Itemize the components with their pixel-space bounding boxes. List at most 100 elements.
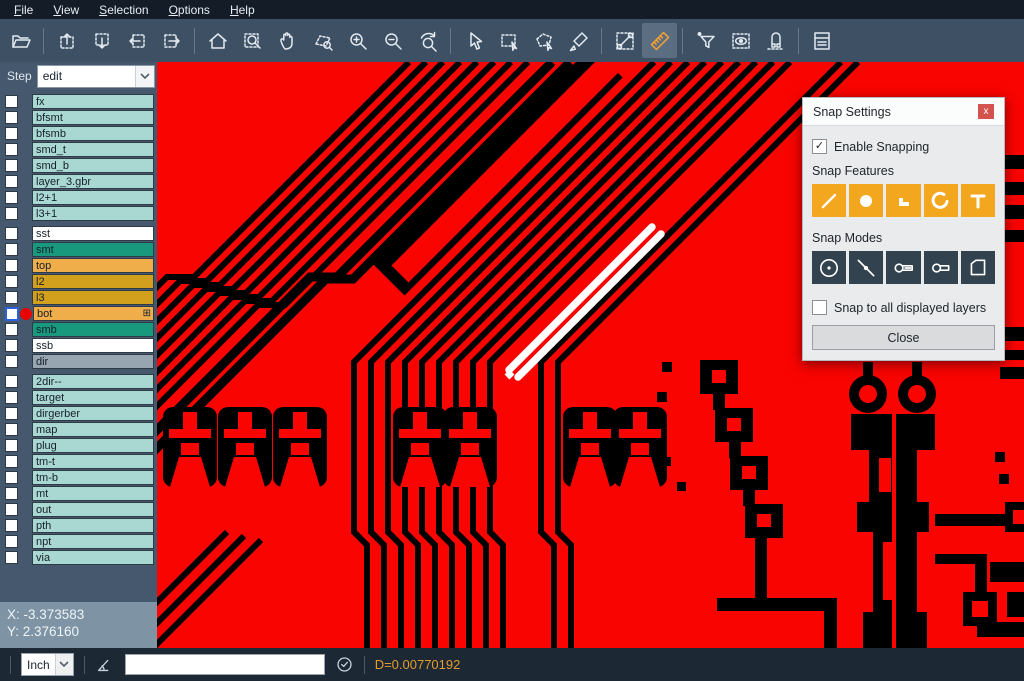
- layer-visibility-checkbox[interactable]: [5, 95, 18, 108]
- layer-row[interactable]: dirgerber: [0, 406, 157, 421]
- layer-visibility-checkbox[interactable]: [5, 291, 18, 304]
- pan-up-button[interactable]: [49, 23, 84, 58]
- zoom-out-button[interactable]: [375, 23, 410, 58]
- close-button[interactable]: Close: [812, 325, 995, 350]
- snap-feature-arc-button[interactable]: [924, 184, 958, 217]
- zoom-home-button[interactable]: [200, 23, 235, 58]
- filter-button[interactable]: [688, 23, 723, 58]
- menu-help[interactable]: Help: [220, 1, 265, 19]
- layer-row[interactable]: mt: [0, 486, 157, 501]
- layer-visibility-checkbox[interactable]: [5, 423, 18, 436]
- select-brush-button[interactable]: [561, 23, 596, 58]
- dialog-close-button[interactable]: x: [978, 104, 994, 119]
- zoom-object-button[interactable]: [305, 23, 340, 58]
- measure-distance-button[interactable]: [607, 23, 642, 58]
- command-input[interactable]: [125, 654, 325, 675]
- layer-visibility-checkbox[interactable]: [5, 207, 18, 220]
- layer-visibility-checkbox[interactable]: [5, 455, 18, 468]
- layer-visibility-checkbox[interactable]: [5, 375, 18, 388]
- select-cursor-button[interactable]: [456, 23, 491, 58]
- chevron-down-icon[interactable]: [135, 66, 154, 87]
- snap-mode-midpoint-button[interactable]: [849, 251, 883, 284]
- layer-row[interactable]: target: [0, 390, 157, 405]
- layer-row[interactable]: top: [0, 258, 157, 273]
- layer-visibility-checkbox[interactable]: [5, 227, 18, 240]
- layer-row[interactable]: layer_3.gbr: [0, 174, 157, 189]
- unit-select[interactable]: Inch: [21, 653, 74, 676]
- snap-feature-circle-button[interactable]: [849, 184, 883, 217]
- snap-feature-corner-button[interactable]: [886, 184, 920, 217]
- layer-row[interactable]: pth: [0, 518, 157, 533]
- layer-visibility-checkbox[interactable]: [5, 487, 18, 500]
- snap-all-layers-row[interactable]: Snap to all displayed layers: [812, 300, 995, 315]
- measure-ruler-button[interactable]: [642, 23, 677, 58]
- snap-mode-contour-button[interactable]: [961, 251, 995, 284]
- layer-row[interactable]: ssb: [0, 338, 157, 353]
- menu-view[interactable]: View: [43, 1, 89, 19]
- layer-visibility-checkbox[interactable]: [5, 439, 18, 452]
- snap-feature-line-button[interactable]: [812, 184, 846, 217]
- layer-row[interactable]: bfsmb: [0, 126, 157, 141]
- enable-snapping-checkbox[interactable]: ✓: [812, 139, 827, 154]
- angle-mode-button[interactable]: [95, 655, 115, 675]
- layer-visibility-checkbox[interactable]: [5, 143, 18, 156]
- layer-row[interactable]: via: [0, 550, 157, 565]
- pan-right-button[interactable]: [154, 23, 189, 58]
- layer-visibility-checkbox[interactable]: [5, 503, 18, 516]
- pan-hand-button[interactable]: [270, 23, 305, 58]
- layer-visibility-checkbox[interactable]: [5, 471, 18, 484]
- layer-visibility-checkbox[interactable]: [5, 159, 18, 172]
- menu-options[interactable]: Options: [159, 1, 220, 19]
- menu-selection[interactable]: Selection: [89, 1, 158, 19]
- report-button[interactable]: [804, 23, 839, 58]
- layer-visibility-checkbox[interactable]: [5, 407, 18, 420]
- pan-left-button[interactable]: [119, 23, 154, 58]
- layer-row-active[interactable]: bot⊞: [0, 306, 157, 321]
- layer-row[interactable]: tm-t: [0, 454, 157, 469]
- layer-row[interactable]: tm-b: [0, 470, 157, 485]
- layer-visibility-checkbox[interactable]: [5, 191, 18, 204]
- enable-snapping-row[interactable]: ✓ Enable Snapping: [812, 139, 995, 154]
- layer-visibility-checkbox[interactable]: [5, 323, 18, 336]
- dialog-titlebar[interactable]: Snap Settings x: [803, 98, 1004, 126]
- snap-mode-slot-left-button[interactable]: [886, 251, 920, 284]
- snap-all-layers-checkbox[interactable]: [812, 300, 827, 315]
- layer-visibility-checkbox[interactable]: [5, 339, 18, 352]
- layer-row[interactable]: smd_t: [0, 142, 157, 157]
- layer-visibility-checkbox[interactable]: [5, 535, 18, 548]
- snap-button[interactable]: [758, 23, 793, 58]
- select-rectangle-button[interactable]: [491, 23, 526, 58]
- layer-row[interactable]: fx: [0, 94, 157, 109]
- chevron-down-icon[interactable]: [55, 654, 73, 675]
- layer-row[interactable]: l3+1: [0, 206, 157, 221]
- layer-row[interactable]: 2dir--: [0, 374, 157, 389]
- select-polygon-button[interactable]: [526, 23, 561, 58]
- layer-row[interactable]: out: [0, 502, 157, 517]
- snap-mode-center-button[interactable]: [812, 251, 846, 284]
- layer-visibility-checkbox[interactable]: [5, 259, 18, 272]
- layer-row[interactable]: map: [0, 422, 157, 437]
- layer-row[interactable]: bfsmt: [0, 110, 157, 125]
- layer-visibility-checkbox[interactable]: [5, 519, 18, 532]
- layer-row[interactable]: smd_b: [0, 158, 157, 173]
- zoom-previous-button[interactable]: [410, 23, 445, 58]
- layer-row[interactable]: l3: [0, 290, 157, 305]
- layer-visibility-checkbox[interactable]: [5, 275, 18, 288]
- view-options-button[interactable]: [723, 23, 758, 58]
- zoom-in-button[interactable]: [340, 23, 375, 58]
- layer-row[interactable]: plug: [0, 438, 157, 453]
- zoom-area-button[interactable]: [235, 23, 270, 58]
- layer-row[interactable]: npt: [0, 534, 157, 549]
- menu-file[interactable]: File: [4, 1, 43, 19]
- pan-down-button[interactable]: [84, 23, 119, 58]
- layer-row[interactable]: sst: [0, 226, 157, 241]
- apply-button[interactable]: [335, 655, 354, 674]
- layer-row[interactable]: dir: [0, 354, 157, 369]
- snap-mode-slot-right-button[interactable]: [924, 251, 958, 284]
- layer-visibility-checkbox[interactable]: [5, 175, 18, 188]
- layer-visibility-checkbox[interactable]: [5, 355, 18, 368]
- layer-row[interactable]: smt: [0, 242, 157, 257]
- layer-visibility-checkbox[interactable]: [5, 307, 19, 321]
- layer-row[interactable]: l2+1: [0, 190, 157, 205]
- layer-visibility-checkbox[interactable]: [5, 391, 18, 404]
